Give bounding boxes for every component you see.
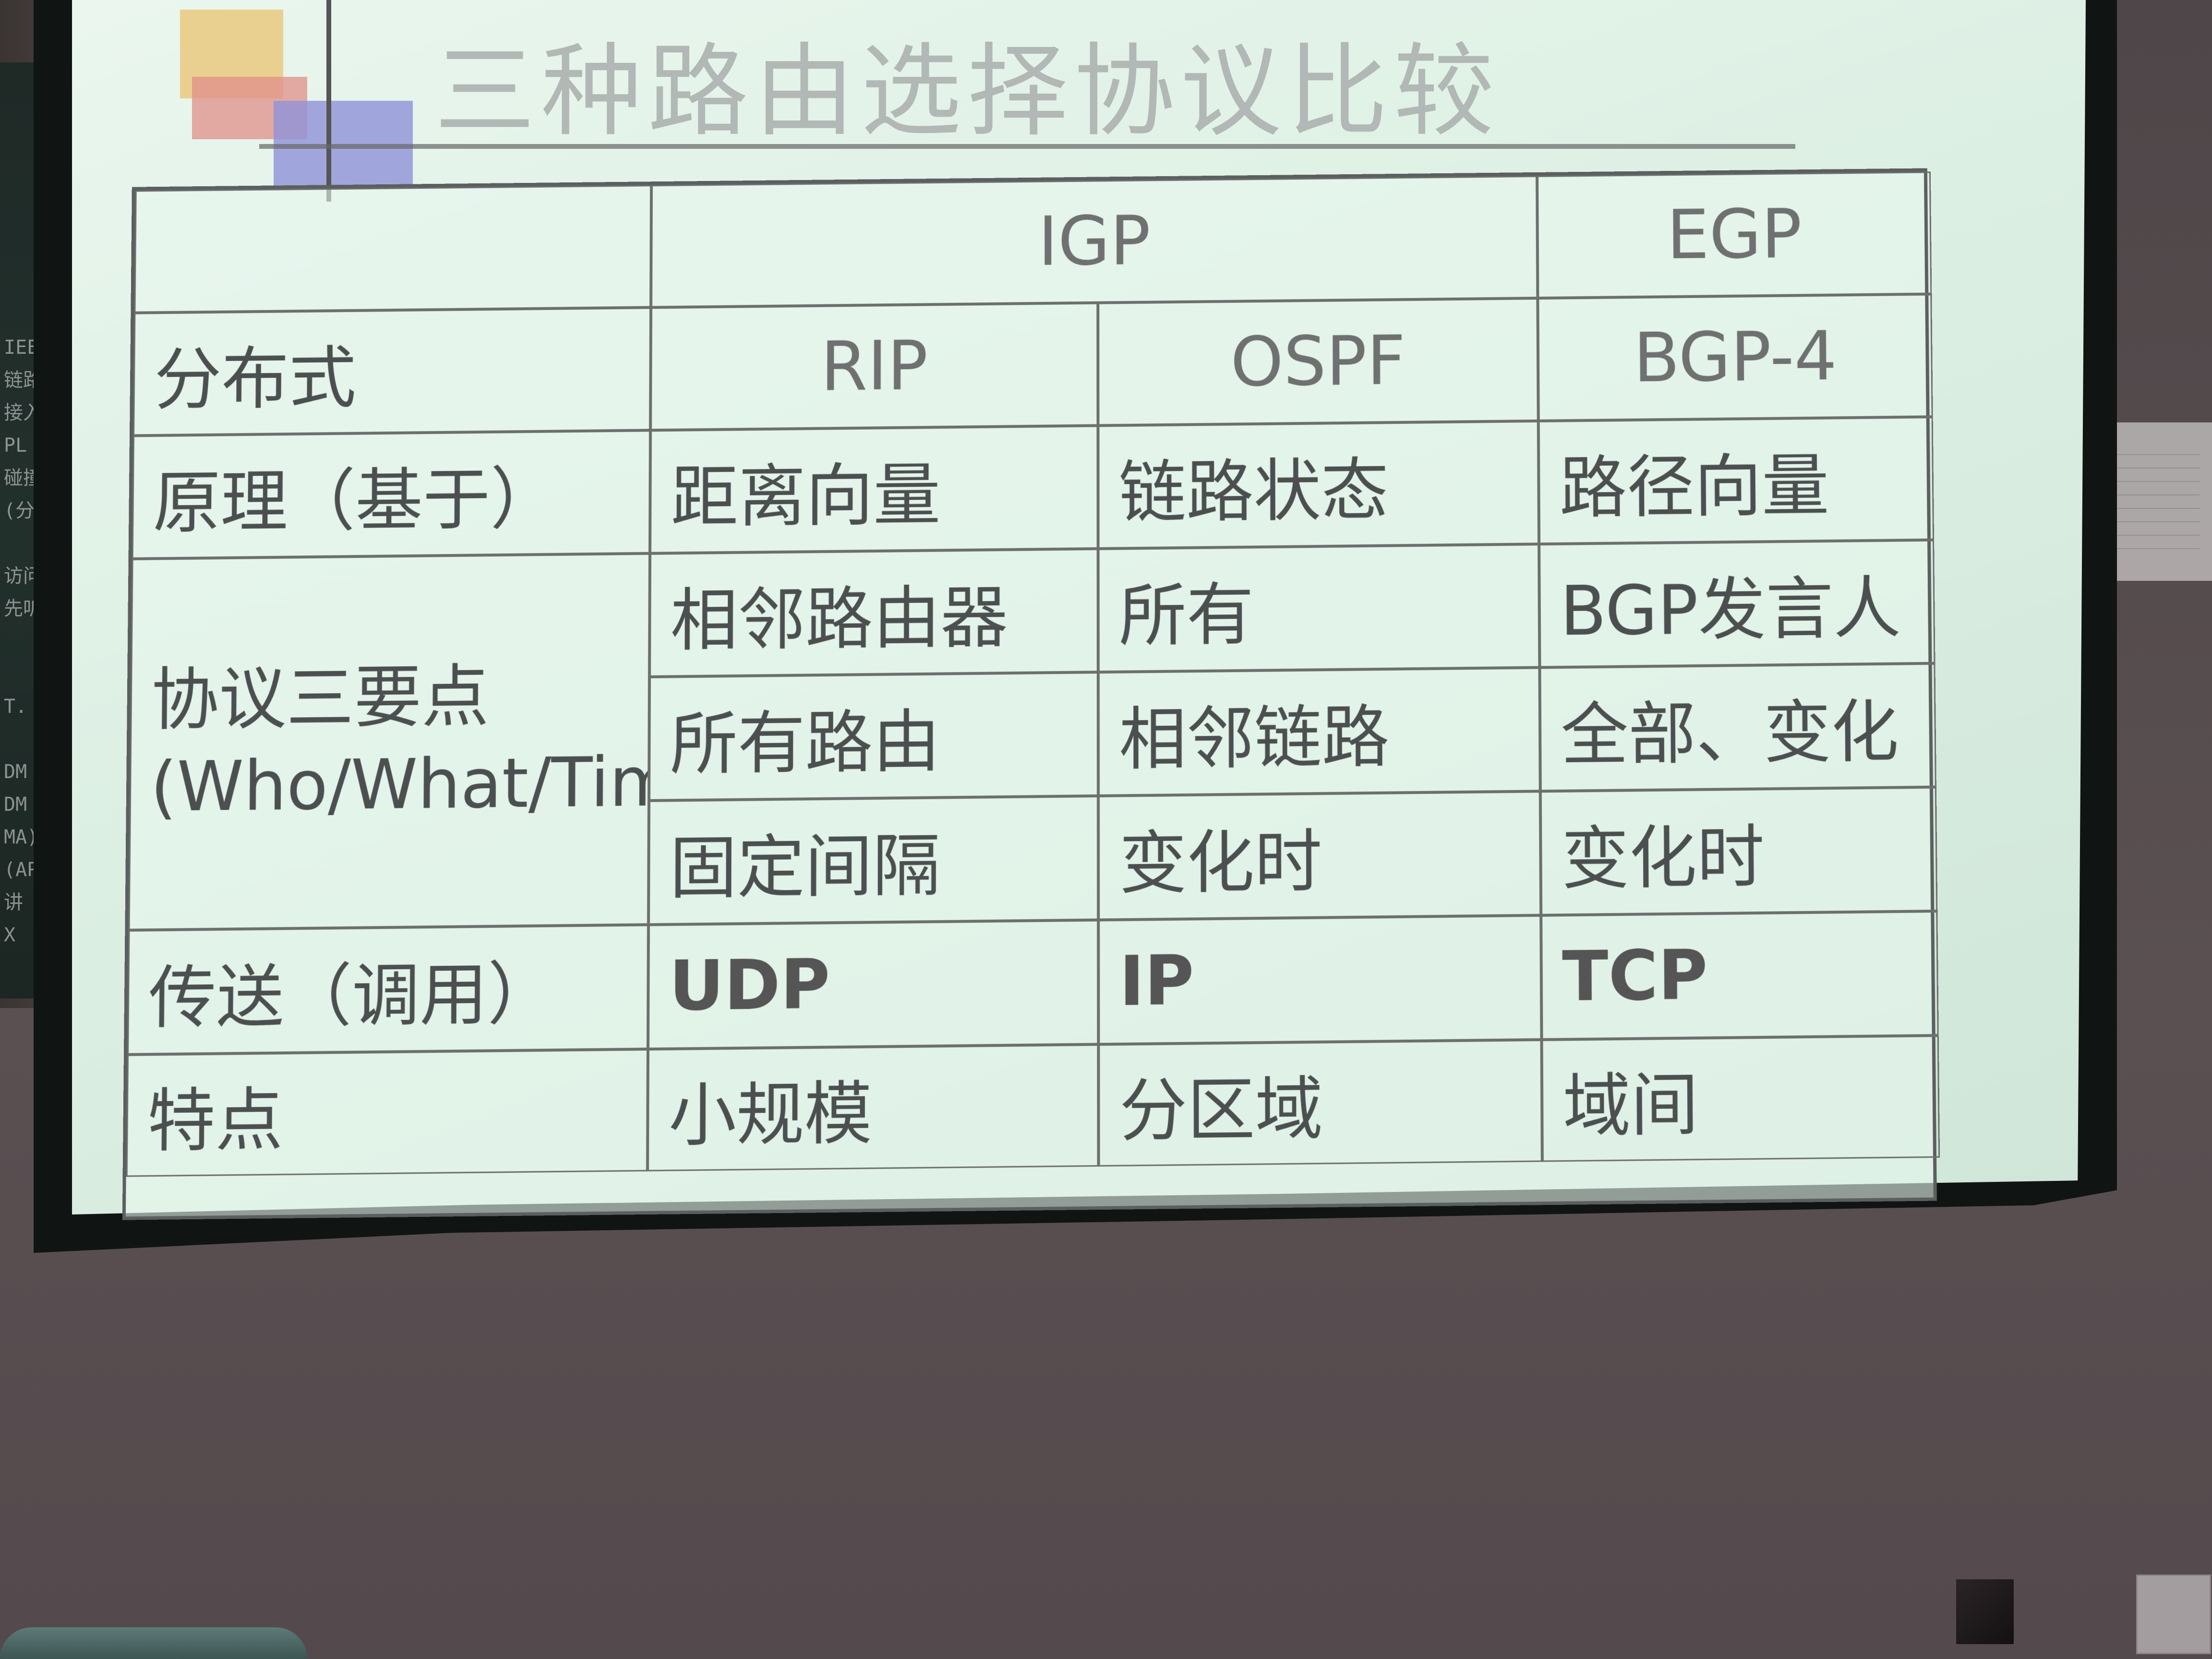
table-corner-cell [134,185,651,313]
cell-ospf-principle: 链路状态 [1098,421,1539,549]
cell-bgp-time: 变化时 [1540,787,1938,915]
protocol-comparison-table: IGP EGP 分布式 RIP OSPF BGP-4 原理（基于） 距离向量 链… [122,168,1937,1220]
cell-ospf-time: 变化时 [1098,791,1541,920]
cell-ospf: OSPF [1098,298,1538,425]
cell-bgp-principle: 路径向量 [1539,417,1934,544]
cell-bgp-who: BGP发言人 [1539,540,1935,668]
row-label-elements: 协议三要点 (Who/What/Time) [128,553,649,930]
cell-bgp-features: 域间 [1541,1035,1940,1162]
cell-rip-who: 相邻路由器 [649,549,1098,677]
cell-bgp: BGP-4 [1538,294,1933,421]
cell-rip-time: 固定间隔 [649,796,1098,925]
power-outlet [2136,1575,2211,1654]
chair-back [0,1627,307,1659]
cell-rip-transport: UDP [648,920,1098,1049]
cell-rip-principle: 距离向量 [650,426,1098,553]
row-label-features: 特点 [126,1049,648,1177]
cell-bgp-transport: TCP [1541,911,1939,1040]
slide-logo-vertical-line [326,0,331,202]
cell-ospf-features: 分区域 [1098,1040,1542,1166]
cell-ospf-who: 所有 [1098,544,1540,672]
cell-rip-features: 小规模 [648,1045,1099,1172]
cell-bgp-what: 全部、变化 [1539,663,1936,791]
row-label-elements-text: 协议三要点 (Who/What/Time) [150,650,650,831]
slide-title: 三种路由选择协议比较 [434,10,1500,156]
cell-rip-what: 所有路由 [649,672,1098,801]
cell-ospf-transport: IP [1098,915,1541,1045]
cell-ospf-what: 相邻链路 [1098,667,1540,795]
row-label-transport: 传送（调用） [127,925,649,1055]
cell-rip: RIP [650,303,1098,431]
row-label-principle: 原理（基于） [132,430,650,559]
wall-vent [1956,1579,2014,1644]
header-egp: EGP [1537,171,1932,298]
row-label-distributed: 分布式 [133,307,651,435]
header-igp: IGP [651,176,1538,308]
